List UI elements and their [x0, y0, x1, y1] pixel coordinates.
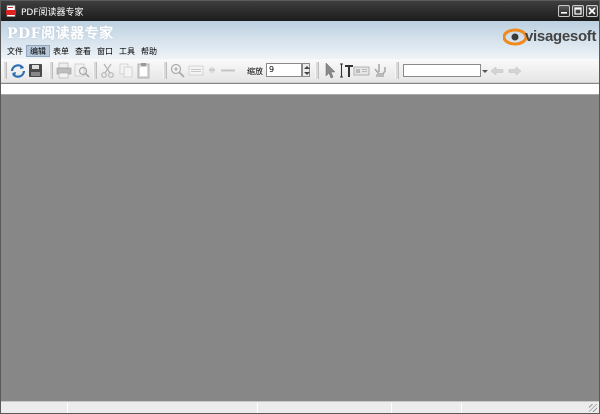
visagesoft-logo-icon — [503, 28, 527, 46]
toolbar-grip[interactable] — [395, 62, 399, 79]
document-area[interactable] — [1, 96, 599, 401]
toolbar: 缩放 9 — [1, 59, 599, 83]
menu-view[interactable]: 查看 — [72, 45, 94, 57]
zoom-label: 缩放 — [247, 67, 263, 76]
snapshot-icon[interactable] — [353, 62, 371, 79]
menu-form[interactable]: 表单 — [50, 45, 72, 57]
print-icon[interactable] — [55, 62, 73, 79]
maximize-button[interactable] — [572, 5, 584, 17]
minimize-button[interactable] — [558, 5, 570, 17]
fit-width-icon[interactable] — [219, 62, 237, 79]
menu-window[interactable]: 窗口 — [94, 45, 116, 57]
paste-icon[interactable] — [135, 62, 153, 79]
menu-tools[interactable]: 工具 — [116, 45, 138, 57]
toolbar-grip[interactable] — [3, 62, 7, 79]
stepper-up-icon[interactable] — [304, 66, 310, 69]
menu-edit[interactable]: 编辑 — [26, 45, 50, 57]
hand-tool-icon[interactable] — [371, 62, 389, 79]
resize-grip-icon[interactable] — [589, 404, 597, 412]
zoom-input[interactable]: 9 — [266, 63, 302, 77]
copy-icon[interactable] — [117, 62, 135, 79]
save-icon[interactable] — [27, 62, 45, 79]
status-bar — [1, 401, 599, 413]
pdf-app-icon — [5, 5, 17, 17]
cut-icon[interactable] — [99, 62, 117, 79]
status-divider — [257, 403, 258, 413]
menu-file[interactable]: 文件 — [4, 45, 26, 57]
next-page-icon[interactable] — [506, 62, 524, 79]
search-input[interactable] — [403, 64, 481, 77]
logo-text: visagesoft — [525, 28, 597, 45]
window-title: PDF阅读器专家 — [21, 8, 84, 18]
prev-page-icon[interactable] — [488, 62, 506, 79]
menu-bar: 文件 编辑 表单 查看 窗口 工具 帮助 — [4, 45, 160, 58]
print-preview-icon[interactable] — [73, 62, 91, 79]
document-tab-strip — [1, 84, 599, 95]
open-icon[interactable] — [9, 62, 27, 79]
toolbar-grip[interactable] — [315, 62, 319, 79]
zoom-stepper[interactable] — [302, 63, 310, 77]
banner-title: PDF阅读器专家 — [7, 26, 114, 42]
title-bar[interactable]: PDF阅读器专家 — [1, 1, 599, 21]
status-divider — [391, 403, 392, 413]
app-window: PDF阅读器专家 PDF阅读器专家 visagesoft 文件 编辑 表单 查看… — [0, 0, 600, 414]
close-button[interactable] — [586, 5, 598, 17]
status-divider — [461, 403, 462, 413]
menu-help[interactable]: 帮助 — [138, 45, 160, 57]
toolbar-grip[interactable] — [93, 62, 97, 79]
toolbar-grip[interactable] — [163, 62, 167, 79]
stepper-down-icon[interactable] — [304, 72, 310, 75]
toolbar-grip[interactable] — [49, 62, 53, 79]
zoom-in-icon[interactable] — [169, 62, 187, 79]
status-divider — [67, 403, 68, 413]
